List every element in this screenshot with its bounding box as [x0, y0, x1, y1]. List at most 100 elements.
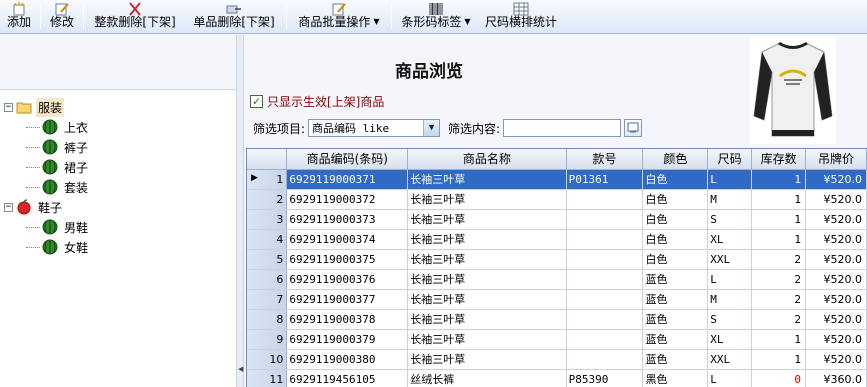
size-stats-button[interactable]: 尺码横排统计	[478, 0, 564, 33]
color-cell[interactable]: 蓝色	[642, 309, 709, 330]
code-cell[interactable]: 6929119456105	[286, 369, 409, 387]
panel-splitter[interactable]: ◀	[237, 35, 244, 387]
style-cell[interactable]	[566, 209, 644, 230]
row-number[interactable]: 11	[247, 369, 288, 387]
product-grid[interactable]: 商品编码(条码) 商品名称 款号 颜色 尺码 库存数 吊牌价 ▶ 1 6929119…	[246, 148, 867, 387]
size-cell[interactable]: XL	[707, 229, 753, 250]
batch-ops-button[interactable]: 商品批量操作 ▼	[289, 0, 389, 33]
size-cell[interactable]: L	[707, 169, 753, 190]
price-cell[interactable]: ¥520.0	[805, 169, 867, 190]
style-cell[interactable]	[566, 269, 644, 290]
color-cell[interactable]: 白色	[642, 249, 709, 270]
column-header[interactable]: 商品编码(条码)	[286, 149, 409, 170]
code-cell[interactable]: 6929119000376	[286, 269, 409, 290]
name-cell[interactable]: 长袖三叶草	[407, 229, 567, 250]
name-cell[interactable]: 长袖三叶草	[407, 249, 567, 270]
filter-field-select[interactable]: 商品编码 like ▼	[308, 119, 441, 137]
color-cell[interactable]: 蓝色	[642, 289, 709, 310]
size-cell[interactable]: S	[707, 209, 753, 230]
tree-node-pants[interactable]: 裤子	[4, 137, 90, 157]
name-cell[interactable]: 长袖三叶草	[407, 349, 567, 370]
row-number[interactable]: 9	[247, 329, 288, 350]
stock-cell[interactable]: 1	[751, 169, 807, 190]
search-button[interactable]	[624, 119, 643, 137]
price-cell[interactable]: ¥520.0	[805, 309, 867, 330]
name-cell[interactable]: 丝绒长裤	[407, 369, 567, 387]
edit-button[interactable]: 修改	[43, 0, 81, 33]
table-row[interactable]: 9 6929119000379 长袖三叶草 蓝色 XL 1 ¥520.0	[247, 329, 867, 350]
column-header[interactable]: 商品名称	[407, 149, 567, 170]
price-cell[interactable]: ¥520.0	[805, 289, 867, 310]
style-cell[interactable]: P01361	[566, 169, 644, 190]
collapse-icon[interactable]: −	[4, 202, 13, 212]
table-row[interactable]: 8 6929119000378 长袖三叶草 蓝色 S 2 ¥520.0	[247, 309, 867, 330]
code-cell[interactable]: 6929119000371	[286, 169, 409, 190]
size-cell[interactable]: L	[707, 269, 753, 290]
stock-cell[interactable]: 1	[751, 329, 807, 350]
table-row[interactable]: 4 6929119000374 长袖三叶草 白色 XL 1 ¥520.0	[247, 229, 867, 250]
code-cell[interactable]: 6929119000372	[286, 189, 409, 210]
size-cell[interactable]: XXL	[707, 349, 753, 370]
collapse-icon[interactable]: −	[4, 102, 13, 112]
row-number[interactable]: 8	[247, 309, 288, 330]
filter-content-input[interactable]	[503, 119, 622, 137]
table-row[interactable]: 7 6929119000377 长袖三叶草 蓝色 M 2 ¥520.0	[247, 289, 867, 310]
color-cell[interactable]: 黑色	[642, 369, 709, 387]
name-cell[interactable]: 长袖三叶草	[407, 269, 567, 290]
tree-node-tops[interactable]: 上衣	[4, 117, 90, 137]
style-cell[interactable]	[566, 289, 644, 310]
column-header[interactable]: 尺码	[707, 149, 753, 170]
price-cell[interactable]: ¥520.0	[805, 269, 867, 290]
stock-cell[interactable]: 0	[751, 369, 807, 387]
color-cell[interactable]: 蓝色	[642, 329, 709, 350]
style-cell[interactable]	[566, 349, 644, 370]
table-row[interactable]: ▶ 1 6929119000371 长袖三叶草 P01361 白色 L 1 ¥520.0	[247, 169, 867, 190]
color-cell[interactable]: 蓝色	[642, 269, 709, 290]
stock-cell[interactable]: 1	[751, 349, 807, 370]
barcode-label-button[interactable]: 条形码标签 ▼	[394, 0, 478, 33]
table-row[interactable]: 3 6929119000373 长袖三叶草 白色 S 1 ¥520.0	[247, 209, 867, 230]
name-cell[interactable]: 长袖三叶草	[407, 309, 567, 330]
table-row[interactable]: 6 6929119000376 长袖三叶草 蓝色 L 2 ¥520.0	[247, 269, 867, 290]
row-number[interactable]: 3	[247, 209, 288, 230]
table-row[interactable]: 2 6929119000372 长袖三叶草 白色 M 1 ¥520.0	[247, 189, 867, 210]
size-cell[interactable]: XL	[707, 329, 753, 350]
row-number[interactable]: 7	[247, 289, 288, 310]
stock-cell[interactable]: 2	[751, 269, 807, 290]
price-cell[interactable]: ¥520.0	[805, 329, 867, 350]
code-cell[interactable]: 6929119000373	[286, 209, 409, 230]
code-cell[interactable]: 6929119000378	[286, 309, 409, 330]
price-cell[interactable]: ¥520.0	[805, 209, 867, 230]
active-only-row[interactable]: ✓ 只显示生效[上架]商品	[250, 93, 384, 110]
size-cell[interactable]: M	[707, 189, 753, 210]
stock-cell[interactable]: 2	[751, 249, 807, 270]
size-cell[interactable]: L	[707, 369, 753, 387]
column-header[interactable]: 吊牌价	[805, 149, 867, 170]
name-cell[interactable]: 长袖三叶草	[407, 289, 567, 310]
style-cell[interactable]	[566, 229, 644, 250]
row-number[interactable]: 2	[247, 189, 288, 210]
stock-cell[interactable]: 1	[751, 209, 807, 230]
row-number[interactable]: 5	[247, 249, 288, 270]
style-cell[interactable]	[566, 309, 644, 330]
tree-node-clothing[interactable]: − 服装	[4, 97, 90, 117]
name-cell[interactable]: 长袖三叶草	[407, 209, 567, 230]
delete-single-button[interactable]: 单品删除[下架]	[184, 0, 284, 33]
tree-node-mens-shoes[interactable]: 男鞋	[4, 217, 90, 237]
tree-node-skirts[interactable]: 裙子	[4, 157, 90, 177]
add-button[interactable]: 添加	[0, 0, 38, 33]
row-number[interactable]: 4	[247, 229, 288, 250]
table-row[interactable]: 11 6929119456105 丝绒长裤 P85390 黑色 L 0 ¥360.0	[247, 369, 867, 387]
price-cell[interactable]: ¥360.0	[805, 369, 867, 387]
stock-cell[interactable]: 1	[751, 229, 807, 250]
size-cell[interactable]: XXL	[707, 249, 753, 270]
row-number[interactable]: 10	[247, 349, 288, 370]
stock-cell[interactable]: 1	[751, 189, 807, 210]
active-only-checkbox[interactable]: ✓	[250, 95, 263, 108]
price-cell[interactable]: ¥520.0	[805, 349, 867, 370]
table-row[interactable]: 10 6929119000380 长袖三叶草 蓝色 XXL 1 ¥520.0	[247, 349, 867, 370]
stock-cell[interactable]: 2	[751, 309, 807, 330]
name-cell[interactable]: 长袖三叶草	[407, 329, 567, 350]
code-cell[interactable]: 6929119000375	[286, 249, 409, 270]
price-cell[interactable]: ¥520.0	[805, 249, 867, 270]
